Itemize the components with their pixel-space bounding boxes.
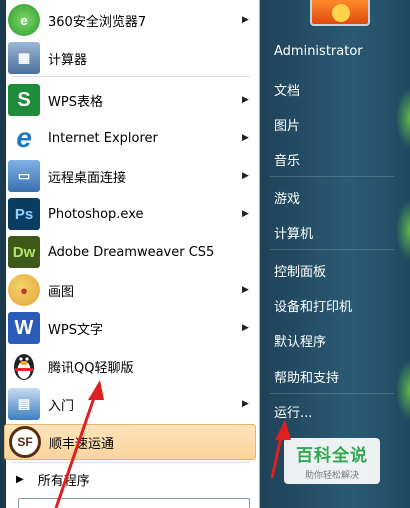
link-games[interactable]: 游戏 xyxy=(274,188,300,207)
internet-explorer-icon: e xyxy=(16,122,32,153)
program-label: WPS表格 xyxy=(48,94,103,110)
divider xyxy=(12,76,250,77)
submenu-arrow-icon: ▶ xyxy=(242,323,249,333)
link-computer[interactable]: 计算机 xyxy=(274,223,313,242)
divider xyxy=(12,462,250,463)
wps-spreadsheet-icon: S xyxy=(8,84,40,116)
link-music[interactable]: 音乐 xyxy=(274,150,300,169)
calculator-icon: ▦ xyxy=(8,42,40,74)
qq-penguin-icon xyxy=(8,350,40,382)
all-programs-label: 所有程序 xyxy=(37,473,90,489)
link-administrator[interactable]: Administrator xyxy=(274,44,363,59)
divider xyxy=(270,176,394,177)
program-label: 腾讯QQ轻聊版 xyxy=(48,360,134,376)
program-label: Adobe Dreamweaver CS5 xyxy=(48,244,215,260)
watermark-logo: 百科全说 助你轻松解决 xyxy=(284,438,380,484)
system-links-pane xyxy=(260,0,410,508)
program-item-paint[interactable]: ● 画图 ▶ xyxy=(4,272,256,308)
link-control-panel[interactable]: 控制面板 xyxy=(274,261,326,280)
link-run[interactable]: 运行... xyxy=(274,402,312,421)
remote-desktop-icon: ▭ xyxy=(8,160,40,192)
submenu-arrow-icon: ▶ xyxy=(242,95,249,105)
360-browser-icon: e xyxy=(8,4,40,36)
link-help-support[interactable]: 帮助和支持 xyxy=(274,367,339,386)
program-item-internet-explorer[interactable]: e Internet Explorer ▶ xyxy=(4,120,256,156)
dreamweaver-icon: Dw xyxy=(8,236,40,268)
program-item-sf-express[interactable]: SF 顺丰速运通 xyxy=(4,424,256,460)
program-label: Internet Explorer xyxy=(48,130,158,146)
link-pictures[interactable]: 图片 xyxy=(274,115,300,134)
submenu-arrow-icon: ▶ xyxy=(242,133,249,143)
program-label: 远程桌面连接 xyxy=(48,170,127,186)
watermark-subtitle: 助你轻松解决 xyxy=(304,471,359,481)
flower-picture-icon xyxy=(332,4,350,22)
program-item-dreamweaver[interactable]: Dw Adobe Dreamweaver CS5 xyxy=(4,234,256,270)
divider xyxy=(270,249,394,250)
program-label: WPS文字 xyxy=(48,322,103,338)
submenu-arrow-icon: ▶ xyxy=(242,399,249,409)
search-input[interactable] xyxy=(18,498,250,508)
program-item-photoshop[interactable]: Ps Photoshop.exe ▶ xyxy=(4,196,256,232)
photoshop-icon: Ps xyxy=(8,198,40,230)
program-item-getting-started[interactable]: ▤ 入门 ▶ xyxy=(4,386,256,422)
user-avatar[interactable] xyxy=(310,0,370,26)
program-label: 画图 xyxy=(48,284,75,300)
link-default-programs[interactable]: 默认程序 xyxy=(274,331,326,350)
program-item-calculator[interactable]: ▦ 计算器 xyxy=(4,40,256,76)
program-item-wps-spreadsheet[interactable]: S WPS表格 ▶ xyxy=(4,82,256,118)
play-triangle-icon: ▶ xyxy=(16,473,24,485)
link-devices-printers[interactable]: 设备和打印机 xyxy=(274,296,352,315)
submenu-arrow-icon: ▶ xyxy=(242,15,249,25)
paint-icon: ● xyxy=(8,274,40,306)
program-label: 360安全浏览器7 xyxy=(48,14,147,30)
program-label: 顺丰速运通 xyxy=(49,436,115,452)
link-documents[interactable]: 文档 xyxy=(274,80,300,99)
divider xyxy=(270,393,394,394)
program-item-qq-lite[interactable]: 腾讯QQ轻聊版 xyxy=(4,348,256,384)
program-label: 计算器 xyxy=(48,52,88,68)
all-programs-button[interactable]: ▶ 所有程序 xyxy=(10,466,250,492)
program-item-wps-writer[interactable]: W WPS文字 ▶ xyxy=(4,310,256,346)
program-label: Photoshop.exe xyxy=(48,206,144,222)
program-label: 入门 xyxy=(48,398,75,414)
getting-started-icon: ▤ xyxy=(8,388,40,420)
watermark-title: 百科全说 xyxy=(296,446,368,466)
submenu-arrow-icon: ▶ xyxy=(242,209,249,219)
submenu-arrow-icon: ▶ xyxy=(242,171,249,181)
submenu-arrow-icon: ▶ xyxy=(242,285,249,295)
program-item-360-browser[interactable]: e 360安全浏览器7 ▶ xyxy=(4,2,256,38)
wps-writer-icon: W xyxy=(8,312,40,344)
program-item-remote-desktop[interactable]: ▭ 远程桌面连接 ▶ xyxy=(4,158,256,194)
sf-express-icon: SF xyxy=(9,426,41,458)
